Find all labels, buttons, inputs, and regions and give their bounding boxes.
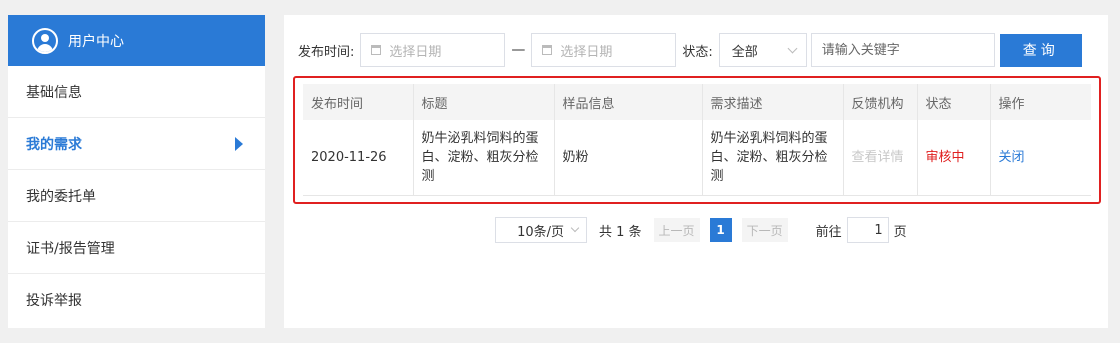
filter-bar: 发布时间: 选择日期 — 选择日期 状态: 全部 查询	[298, 33, 1094, 67]
sidebar-item-label: 基础信息	[26, 84, 82, 101]
status-label: 状态:	[682, 44, 713, 60]
sidebar-header[interactable]: 用户中心	[8, 15, 265, 66]
sidebar-item-label: 我的委托单	[26, 188, 96, 205]
main-panel: 发布时间: 选择日期 — 选择日期 状态: 全部 查询 发布时间 标题 样品信息…	[284, 15, 1108, 328]
table-row: 2020-11-26 奶牛泌乳料饲料的蛋白、淀粉、粗灰分检测 奶粉 奶牛泌乳料饲…	[303, 120, 1091, 196]
status-select[interactable]: 全部	[718, 33, 807, 67]
cell-description: 奶牛泌乳料饲料的蛋白、淀粉、粗灰分检测	[702, 120, 844, 196]
page-size-value: 10条/页	[517, 224, 564, 240]
goto-label: 前往	[815, 224, 842, 240]
user-circle-icon	[32, 27, 58, 54]
cell-sample: 奶粉	[554, 120, 703, 196]
status-badge: 审核中	[917, 120, 991, 196]
sidebar-item-my-requests[interactable]: 我的需求	[8, 118, 265, 170]
goto-page-input[interactable]	[846, 217, 889, 243]
prev-page-button[interactable]: 上一页	[653, 218, 700, 242]
sidebar-title: 用户中心	[68, 33, 124, 50]
page-size-select[interactable]: 10条/页	[495, 217, 587, 243]
next-page-button[interactable]: 下一页	[741, 218, 788, 242]
column-header-title: 标题	[413, 84, 555, 120]
cell-publish-time: 2020-11-26	[303, 120, 414, 196]
cell-title: 奶牛泌乳料饲料的蛋白、淀粉、粗灰分检测	[413, 120, 555, 196]
sidebar-item-label: 我的需求	[26, 136, 82, 153]
sidebar-item-my-orders[interactable]: 我的委托单	[8, 170, 265, 222]
sidebar-item-label: 证书/报告管理	[26, 240, 115, 257]
close-link[interactable]: 关闭	[990, 120, 1091, 196]
end-date-placeholder: 选择日期	[560, 44, 613, 60]
table-header-row: 发布时间 标题 样品信息 需求描述 反馈机构 状态 操作	[303, 84, 1091, 120]
column-header-action: 操作	[990, 84, 1091, 120]
column-header-status: 状态	[917, 84, 991, 120]
sidebar: 用户中心 基础信息 我的需求 我的委托单 证书/报告管理 投诉举报	[8, 15, 265, 328]
total-count: 共 1 条	[599, 224, 642, 240]
caret-right-icon	[235, 136, 243, 151]
pagination: 10条/页 共 1 条 上一页 1 下一页 前往 页	[495, 217, 907, 243]
start-date-placeholder: 选择日期	[389, 44, 442, 60]
view-details-link[interactable]: 查看详情	[843, 120, 918, 196]
requests-table: 发布时间 标题 样品信息 需求描述 反馈机构 状态 操作 2020-11-26 …	[303, 84, 1091, 196]
search-button[interactable]: 查询	[999, 33, 1082, 67]
sidebar-item-basic-info[interactable]: 基础信息	[8, 66, 265, 118]
publish-time-label: 发布时间:	[298, 44, 355, 60]
sidebar-item-certificates[interactable]: 证书/报告管理	[8, 222, 265, 274]
calendar-icon	[542, 45, 553, 55]
column-header-publish-time: 发布时间	[303, 84, 414, 120]
status-select-value: 全部	[731, 44, 758, 60]
chevron-down-icon	[787, 43, 798, 53]
column-header-sample: 样品信息	[554, 84, 703, 120]
keyword-search-input[interactable]	[810, 33, 995, 67]
calendar-icon	[371, 45, 382, 55]
start-date-picker[interactable]: 选择日期	[360, 33, 506, 67]
chevron-down-icon	[570, 223, 580, 233]
column-header-feedback: 反馈机构	[843, 84, 918, 120]
sidebar-item-label: 投诉举报	[26, 293, 82, 309]
end-date-picker[interactable]: 选择日期	[531, 33, 677, 67]
date-range-separator: —	[511, 42, 526, 58]
page-number-current[interactable]: 1	[709, 218, 732, 242]
sidebar-item-complaints[interactable]: 投诉举报	[8, 274, 265, 326]
column-header-description: 需求描述	[702, 84, 844, 120]
page-suffix: 页	[893, 224, 907, 240]
